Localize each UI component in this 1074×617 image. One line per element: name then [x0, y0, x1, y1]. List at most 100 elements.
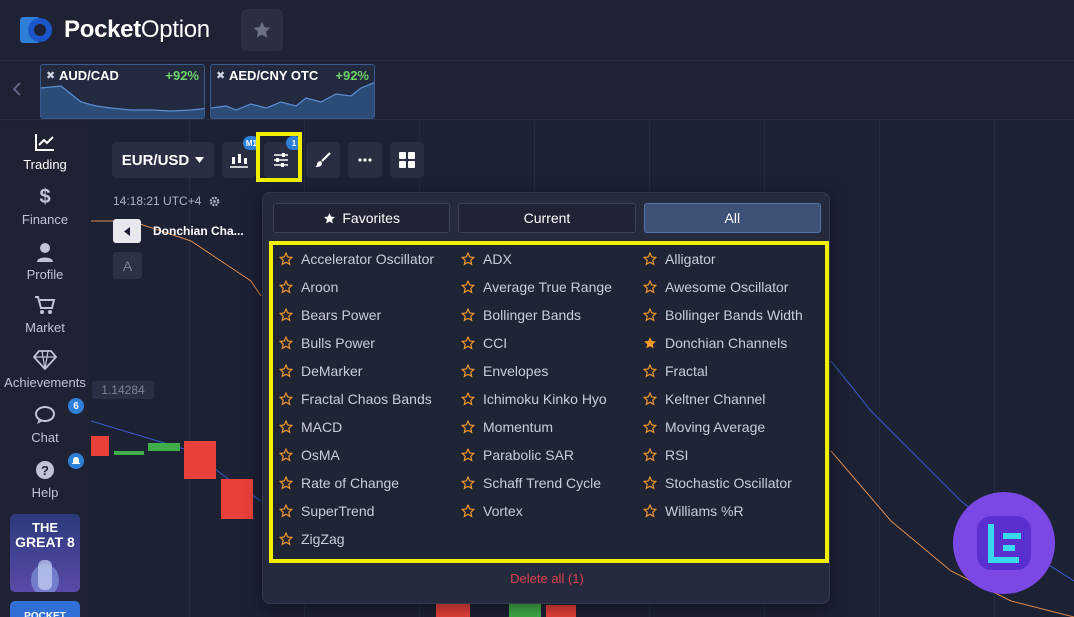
- indicator-name: Envelopes: [483, 363, 549, 379]
- indicator-item[interactable]: Bollinger Bands: [455, 301, 637, 329]
- dollar-icon: $: [39, 185, 51, 208]
- indicator-item[interactable]: Keltner Channel: [637, 385, 825, 413]
- indicator-item[interactable]: CCI: [455, 329, 637, 357]
- star-outline-icon[interactable]: [461, 364, 475, 378]
- indicator-item[interactable]: Momentum: [455, 413, 637, 441]
- pair-selector-button[interactable]: EUR/USD: [112, 142, 214, 178]
- star-outline-icon[interactable]: [461, 504, 475, 518]
- indicator-name: Accelerator Oscillator: [301, 251, 435, 267]
- star-outline-icon[interactable]: [643, 504, 657, 518]
- indicator-item[interactable]: Donchian Channels: [637, 329, 825, 357]
- sidebar-item-chat[interactable]: Chat 6: [0, 398, 90, 445]
- indicator-item[interactable]: Stochastic Oscillator: [637, 469, 825, 497]
- star-outline-icon[interactable]: [279, 448, 293, 462]
- gear-icon[interactable]: [209, 196, 220, 207]
- star-outline-icon[interactable]: [461, 476, 475, 490]
- promo-banner-pocket[interactable]: POCKET: [10, 601, 80, 617]
- indicator-item[interactable]: MACD: [273, 413, 455, 441]
- star-outline-icon[interactable]: [279, 532, 293, 546]
- drawing-tools-button[interactable]: [306, 142, 340, 178]
- star-outline-icon[interactable]: [461, 448, 475, 462]
- text-tool-button[interactable]: A: [113, 252, 142, 279]
- indicator-item[interactable]: Average True Range: [455, 273, 637, 301]
- indicator-item[interactable]: Bears Power: [273, 301, 455, 329]
- indicator-name: MACD: [301, 419, 343, 435]
- sidebar-item-trading[interactable]: Trading: [0, 131, 90, 172]
- star-outline-icon[interactable]: [279, 308, 293, 322]
- indicator-name: Bulls Power: [301, 335, 375, 351]
- sidebar-item-profile[interactable]: Profile: [0, 241, 90, 282]
- indicator-item[interactable]: Aroon: [273, 273, 455, 301]
- indicator-item[interactable]: Envelopes: [455, 357, 637, 385]
- indicator-item[interactable]: Parabolic SAR: [455, 441, 637, 469]
- star-outline-icon[interactable]: [279, 392, 293, 406]
- indicator-item[interactable]: ADX: [455, 245, 637, 273]
- tab-current[interactable]: Current: [458, 203, 636, 233]
- indicator-item[interactable]: Vortex: [455, 497, 637, 525]
- collapse-indicators-button[interactable]: [113, 219, 141, 243]
- indicator-item[interactable]: Bollinger Bands Width: [637, 301, 825, 329]
- scroll-left-icon[interactable]: [12, 81, 22, 102]
- star-outline-icon[interactable]: [279, 280, 293, 294]
- star-outline-icon[interactable]: [461, 392, 475, 406]
- star-outline-icon[interactable]: [279, 364, 293, 378]
- star-outline-icon[interactable]: [461, 420, 475, 434]
- indicator-item[interactable]: OsMA: [273, 441, 455, 469]
- indicator-item[interactable]: Awesome Oscillator: [637, 273, 825, 301]
- indicator-item[interactable]: SuperTrend: [273, 497, 455, 525]
- star-outline-icon[interactable]: [279, 504, 293, 518]
- sidebar-item-help[interactable]: ? Help: [0, 453, 90, 500]
- asset-tab-aud-cad[interactable]: ✖ AUD/CAD +92%: [40, 64, 205, 119]
- indicator-item[interactable]: Alligator: [637, 245, 825, 273]
- indicator-item[interactable]: Schaff Trend Cycle: [455, 469, 637, 497]
- asset-tab-aed-cny-otc[interactable]: ✖ AED/CNY OTC +92%: [210, 64, 375, 119]
- active-indicator-row: Donchian Cha...: [113, 219, 244, 243]
- sidebar-item-label: Trading: [23, 157, 67, 172]
- star-outline-icon[interactable]: [279, 420, 293, 434]
- sidebar-item-finance[interactable]: $ Finance: [0, 185, 90, 228]
- indicator-list: Accelerator Oscillator ADX Alligator Aroon A…: [273, 245, 825, 553]
- indicator-item[interactable]: RSI: [637, 441, 825, 469]
- more-button[interactable]: [348, 142, 382, 178]
- indicator-item[interactable]: Fractal Chaos Bands: [273, 385, 455, 413]
- star-outline-icon[interactable]: [279, 476, 293, 490]
- promo-banner-great-8[interactable]: THE GREAT 8: [10, 514, 80, 592]
- tab-all[interactable]: All: [643, 203, 821, 233]
- active-indicator-name[interactable]: Donchian Cha...: [153, 224, 244, 238]
- sidebar-item-achievements[interactable]: Achievements: [0, 349, 90, 390]
- sidebar-item-market[interactable]: Market: [0, 294, 90, 335]
- indicator-item[interactable]: Ichimoku Kinko Hyo: [455, 385, 637, 413]
- delete-all-button[interactable]: Delete all (1): [263, 571, 831, 586]
- star-outline-icon[interactable]: [643, 252, 657, 266]
- star-outline-icon[interactable]: [643, 280, 657, 294]
- chart-type-button[interactable]: M1: [222, 136, 260, 178]
- indicator-item[interactable]: Rate of Change: [273, 469, 455, 497]
- favorite-star-button[interactable]: [241, 9, 283, 51]
- star-outline-icon[interactable]: [279, 252, 293, 266]
- star-outline-icon[interactable]: [461, 252, 475, 266]
- indicator-item[interactable]: Bulls Power: [273, 329, 455, 357]
- cart-icon: [0, 294, 90, 316]
- star-outline-icon[interactable]: [643, 308, 657, 322]
- indicator-name: Awesome Oscillator: [665, 279, 789, 295]
- star-outline-icon[interactable]: [643, 392, 657, 406]
- indicator-item[interactable]: Williams %R: [637, 497, 825, 525]
- pocket-option-logo[interactable]: PocketOption: [18, 14, 210, 46]
- indicator-name: CCI: [483, 335, 508, 351]
- star-filled-icon[interactable]: [643, 336, 657, 350]
- star-outline-icon[interactable]: [461, 336, 475, 350]
- indicator-item[interactable]: Fractal: [637, 357, 825, 385]
- star-outline-icon[interactable]: [461, 280, 475, 294]
- star-outline-icon[interactable]: [643, 420, 657, 434]
- star-outline-icon[interactable]: [643, 364, 657, 378]
- star-outline-icon[interactable]: [643, 448, 657, 462]
- layout-grid-button[interactable]: [390, 142, 424, 178]
- star-outline-icon[interactable]: [643, 476, 657, 490]
- indicator-item[interactable]: Accelerator Oscillator: [273, 245, 455, 273]
- star-outline-icon[interactable]: [279, 336, 293, 350]
- indicator-item[interactable]: ZigZag: [273, 525, 455, 553]
- star-outline-icon[interactable]: [461, 308, 475, 322]
- indicator-item[interactable]: DeMarker: [273, 357, 455, 385]
- tab-favorites[interactable]: Favorites: [273, 203, 451, 233]
- indicator-item[interactable]: Moving Average: [637, 413, 825, 441]
